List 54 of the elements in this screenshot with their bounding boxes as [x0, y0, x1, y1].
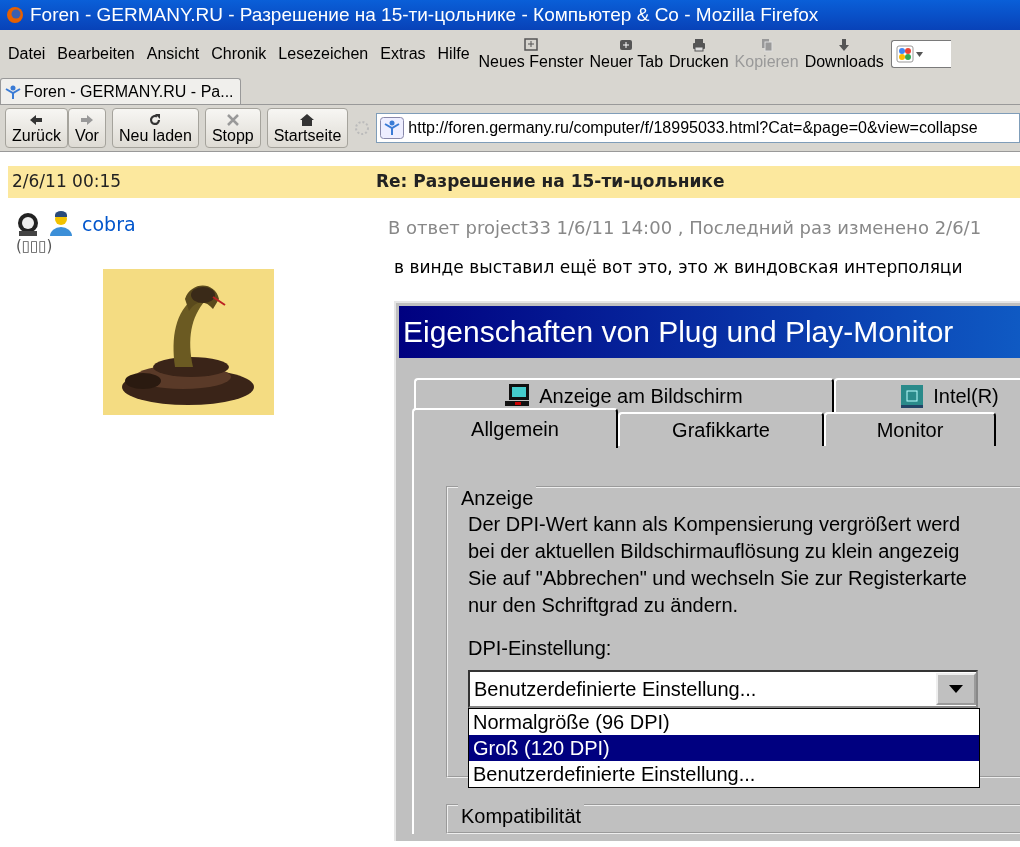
toolbar-button[interactable]: Drucken — [666, 37, 732, 71]
dropdown-arrow-icon[interactable] — [948, 683, 964, 694]
dialog-text: Der DPI-Wert kann als Kompensierung vergrößert werd — [468, 511, 962, 537]
menu-item[interactable]: Extras — [374, 42, 432, 66]
toolbar-button[interactable]: Downloads — [801, 37, 887, 71]
dialog-text: bei der aktuellen Bildschirmauflösung zu klein angezeig — [468, 538, 961, 564]
url-field[interactable]: http://foren.germany.ru/computer/f/18995033.html?Cat=&page=0&view=collapse — [376, 113, 1020, 143]
dialog-text: Sie auf "Abbrechen" und wechseln Sie zur Registerkarte — [468, 565, 968, 591]
field-label: DPI-Einstellung: — [468, 635, 613, 661]
caret-icon — [915, 51, 923, 57]
dropdown-option[interactable]: Groß (120 DPI) — [469, 734, 979, 761]
menu-item[interactable]: Chronik — [205, 42, 273, 66]
site-icon — [5, 83, 21, 100]
reply-info: В ответ project33 1/6/11 14:00 , Последний раз изменено 2/6/1 — [388, 216, 983, 240]
dialog-tab[interactable]: Anzeige am Bildschirm — [414, 377, 834, 412]
dialog-tab[interactable]: Intel(R) — [834, 377, 1020, 412]
browser-tab[interactable]: Foren - GERMANY.RU - Pa... — [0, 78, 241, 104]
close-icon — [224, 111, 241, 128]
dialog-tab[interactable]: Monitor — [824, 411, 996, 446]
toolbar-button[interactable]: Neuer Tab — [586, 37, 667, 71]
back-button[interactable]: Zurück — [5, 108, 68, 148]
dialog-text: nur den Schriftgrad zu ändern. — [468, 592, 740, 618]
post-subject: Re: Разрешение на 15-ти-цольнике — [376, 170, 725, 194]
firefox-icon — [6, 6, 24, 24]
search-field[interactable] — [890, 40, 951, 68]
home-button[interactable]: Startseite — [266, 108, 349, 148]
chip-icon — [899, 382, 926, 409]
computer-icon — [505, 382, 532, 409]
window-icon — [523, 37, 540, 54]
menu-item[interactable]: Hilfe — [431, 42, 476, 66]
reload-button[interactable]: Neu laden — [111, 108, 199, 148]
post-text: в винде выставил ещё вот это, это ж виндовская интерполяци — [394, 256, 964, 279]
site-icon — [380, 117, 405, 139]
google-icon — [895, 45, 916, 63]
menu-item[interactable]: Datei — [2, 42, 52, 66]
menu-item[interactable]: Ansicht — [140, 42, 206, 66]
user-icon — [48, 211, 74, 238]
dropdown-option[interactable]: Benutzerdefinierte Einstellung... — [469, 760, 979, 787]
print-icon — [690, 37, 707, 54]
dialog-tab[interactable]: Grafikkarte — [618, 411, 824, 446]
menu-item[interactable]: Bearbeiten — [51, 42, 141, 66]
window-title: Foren - GERMANY.RU - Разрешение на 15-ти-цольнике - Компьютер & Co - Mozilla Firefox — [30, 2, 819, 27]
post-date: 2/6/11 00:15 — [11, 170, 123, 194]
spinner-icon — [354, 120, 371, 136]
badge-icon — [16, 211, 40, 238]
author-note: (▯▯▯) — [15, 235, 54, 257]
dropdown-field[interactable]: Benutzerdefinierte Einstellung... — [468, 669, 978, 708]
toolbar-button[interactable]: Neues Fenster — [475, 37, 587, 71]
author-link[interactable]: cobra — [82, 210, 136, 239]
dropdown-option[interactable]: Normalgröße (96 DPI) — [469, 708, 979, 735]
menu-item[interactable]: Lesezeichen — [272, 42, 375, 66]
home-icon — [299, 111, 316, 128]
dialog-title: Eigenschaften von Plug und Play-Monitor — [399, 305, 1020, 358]
dialog-tab[interactable]: Allgemein — [412, 407, 618, 448]
